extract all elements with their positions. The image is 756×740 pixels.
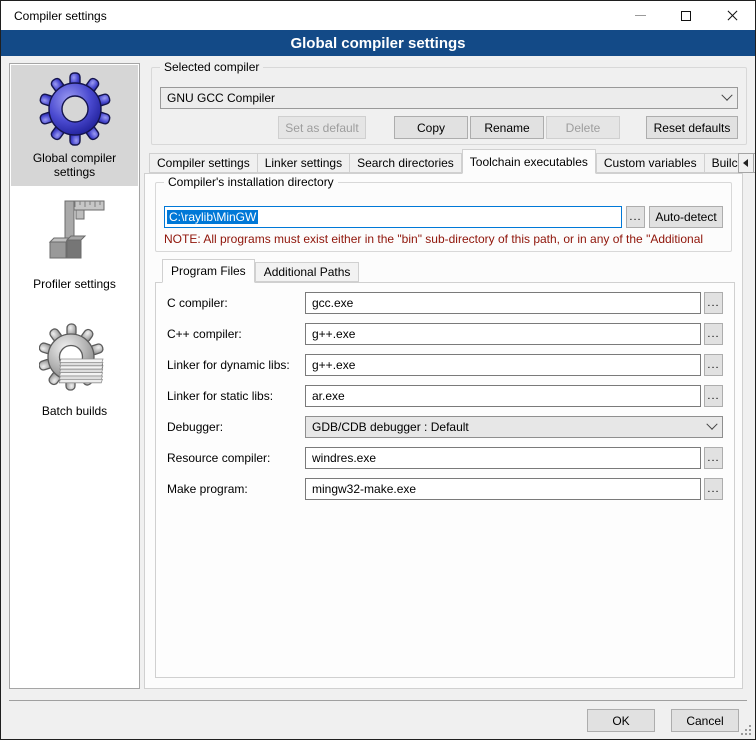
selected-compiler-group-label: Selected compiler [160, 60, 263, 75]
resource-compiler-input[interactable] [305, 447, 701, 469]
ok-button[interactable]: OK [587, 709, 655, 732]
dynamic-linker-browse-button[interactable]: ... [704, 354, 723, 376]
subtab-additional-paths[interactable]: Additional Paths [255, 262, 360, 282]
tab-linker-settings[interactable]: Linker settings [258, 153, 350, 173]
tab-scroll-arrows [738, 153, 756, 173]
auto-detect-button[interactable]: Auto-detect [649, 206, 723, 228]
cpp-compiler-browse-button[interactable]: ... [704, 323, 723, 345]
field-row-cpp-compiler: C++ compiler: ... [167, 323, 723, 345]
toolchain-executables-page: Compiler's installation directory C:\ray… [144, 173, 743, 689]
cpp-compiler-label: C++ compiler: [167, 327, 305, 341]
field-row-make-program: Make program: ... [167, 478, 723, 500]
cancel-button[interactable]: Cancel [671, 709, 739, 732]
titlebar[interactable]: Compiler settings [1, 1, 755, 30]
static-linker-browse-button[interactable]: ... [704, 385, 723, 407]
tab-search-directories[interactable]: Search directories [350, 153, 462, 173]
minimize-button[interactable] [617, 1, 663, 30]
tab-custom-variables[interactable]: Custom variables [596, 153, 705, 173]
chevron-down-icon [706, 419, 717, 430]
debugger-select-value: GDB/CDB debugger : Default [312, 420, 708, 434]
sidebar-item-label: Profiler settings [11, 277, 138, 291]
tab-build-options-truncated[interactable]: Builc [705, 153, 738, 173]
installation-directory-value: C:\raylib\MinGW [167, 210, 258, 224]
blue-gear-icon [37, 71, 113, 147]
window-controls [617, 1, 755, 30]
c-compiler-input[interactable] [305, 292, 701, 314]
make-program-label: Make program: [167, 482, 305, 496]
static-linker-input[interactable] [305, 385, 701, 407]
field-row-c-compiler: C compiler: ... [167, 292, 723, 314]
grip-dot [749, 729, 751, 731]
footer-divider [9, 700, 747, 701]
resource-compiler-label: Resource compiler: [167, 451, 305, 465]
tab-compiler-settings[interactable]: Compiler settings [149, 153, 258, 173]
gray-gear-stack-icon [39, 323, 111, 395]
rename-button[interactable]: Rename [470, 116, 544, 139]
close-button[interactable] [709, 1, 755, 30]
arrow-left-icon [743, 159, 748, 167]
field-row-resource-compiler: Resource compiler: ... [167, 447, 723, 469]
settings-content: Selected compiler GNU GCC Compiler Set a… [144, 61, 749, 701]
set-as-default-button[interactable]: Set as default [278, 116, 366, 139]
make-program-browse-button[interactable]: ... [704, 478, 723, 500]
installation-directory-input[interactable]: C:\raylib\MinGW [164, 206, 622, 228]
resize-grip[interactable] [741, 725, 751, 735]
grip-dot [745, 729, 747, 731]
dialog-body: Global compiler settings Profiler [1, 56, 755, 739]
field-row-debugger: Debugger: GDB/CDB debugger : Default [167, 416, 723, 438]
make-program-input[interactable] [305, 478, 701, 500]
installation-directory-label: Compiler's installation directory [164, 175, 338, 190]
installation-directory-row: C:\raylib\MinGW ... Auto-detect [164, 206, 723, 228]
minimize-icon [635, 15, 646, 16]
installation-directory-note: NOTE: All programs must exist either in … [164, 232, 729, 246]
installation-directory-group: Compiler's installation directory C:\ray… [155, 182, 732, 252]
grip-dot [749, 733, 751, 735]
c-compiler-label: C compiler: [167, 296, 305, 310]
settings-tabstrip: Compiler settings Linker settings Search… [144, 151, 749, 173]
maximize-button[interactable] [663, 1, 709, 30]
static-linker-label: Linker for static libs: [167, 389, 305, 403]
grip-dot [749, 725, 751, 727]
field-row-static-linker: Linker for static libs: ... [167, 385, 723, 407]
caliper-icon [40, 196, 110, 266]
page-title: Global compiler settings [1, 30, 755, 56]
tab-scroll-left-button[interactable] [738, 153, 754, 173]
chevron-down-icon [721, 90, 732, 101]
compiler-select-value: GNU GCC Compiler [167, 91, 723, 105]
debugger-select[interactable]: GDB/CDB debugger : Default [305, 416, 723, 438]
copy-button[interactable]: Copy [394, 116, 468, 139]
compiler-buttons-row: Set as default Copy Rename Delete Reset … [160, 116, 738, 139]
debugger-label: Debugger: [167, 420, 305, 434]
settings-category-list: Global compiler settings Profiler [9, 63, 140, 689]
maximize-icon [681, 11, 691, 21]
tab-toolchain-executables[interactable]: Toolchain executables [462, 149, 596, 174]
sidebar-item-global-compiler-settings[interactable]: Global compiler settings [11, 65, 138, 186]
grip-dot [745, 733, 747, 735]
sidebar-item-profiler-settings[interactable]: Profiler settings [11, 194, 138, 294]
reset-defaults-button[interactable]: Reset defaults [646, 116, 738, 139]
field-row-dynamic-linker: Linker for dynamic libs: ... [167, 354, 723, 376]
installation-directory-browse-button[interactable]: ... [626, 206, 645, 228]
program-files-page: C compiler: ... C++ compiler: ... Linker… [155, 282, 735, 678]
close-icon [727, 10, 738, 21]
sidebar-item-label: Global compiler settings [11, 151, 138, 179]
delete-button[interactable]: Delete [546, 116, 620, 139]
selected-compiler-group: Selected compiler GNU GCC Compiler Set a… [151, 67, 747, 145]
dynamic-linker-input[interactable] [305, 354, 701, 376]
cpp-compiler-input[interactable] [305, 323, 701, 345]
window-title: Compiler settings [1, 9, 107, 23]
grip-dot [741, 733, 743, 735]
c-compiler-browse-button[interactable]: ... [704, 292, 723, 314]
sidebar-item-label: Batch builds [11, 404, 138, 418]
program-subtabs: Program Files Additional Paths [155, 260, 359, 282]
subtab-program-files[interactable]: Program Files [162, 259, 255, 283]
compiler-select[interactable]: GNU GCC Compiler [160, 87, 738, 109]
compiler-settings-dialog: Compiler settings Global compiler settin… [0, 0, 756, 740]
sidebar-item-batch-builds[interactable]: Batch builds [11, 319, 138, 419]
dynamic-linker-label: Linker for dynamic libs: [167, 358, 305, 372]
resource-compiler-browse-button[interactable]: ... [704, 447, 723, 469]
